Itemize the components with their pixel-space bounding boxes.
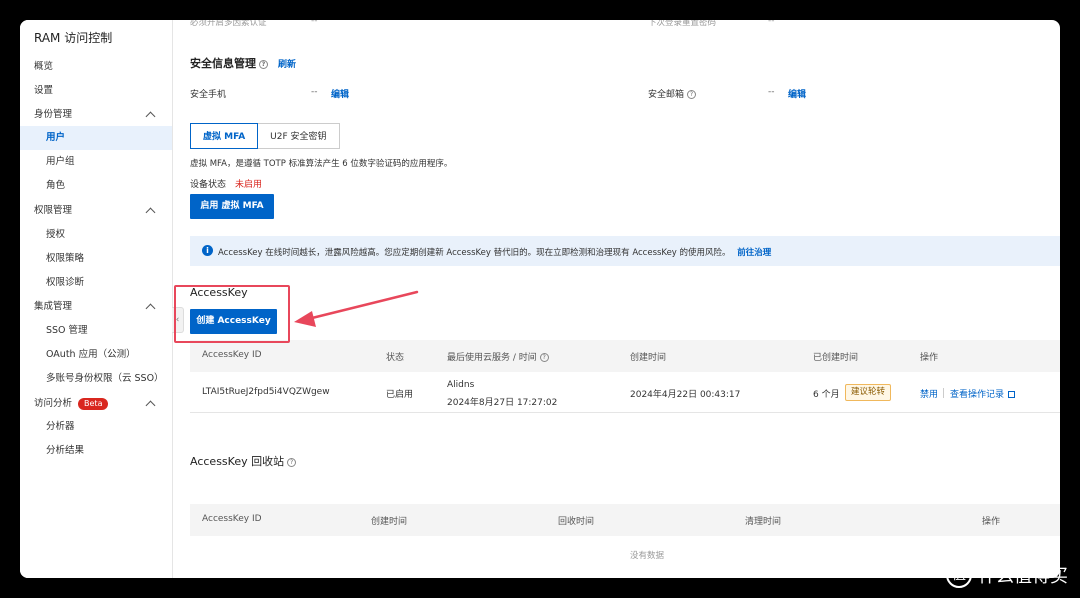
- reset-password-label: 下次登录重置密码: [648, 20, 717, 28]
- col-recycle-actions: 操作: [982, 517, 1001, 527]
- recycle-title-text: AccessKey 回收站: [190, 455, 285, 468]
- sidebar-group-analysis-label: 访问分析: [34, 398, 73, 409]
- col-last-used-label: 最后使用云服务 / 时间: [447, 353, 537, 363]
- tab-u2f-key[interactable]: U2F 安全密钥: [258, 123, 340, 149]
- disable-link[interactable]: 禁用: [920, 387, 938, 400]
- col-actions: 操作: [920, 353, 939, 363]
- last-used-service: Alidns: [447, 380, 475, 390]
- col-status: 状态: [386, 353, 405, 363]
- help-icon[interactable]: ?: [259, 59, 268, 69]
- recycle-title: AccessKey 回收站?: [190, 453, 297, 469]
- row-divider: [190, 412, 1060, 413]
- recycle-table-header: AccessKey ID 创建时间 回收时间 清理时间 操作: [190, 504, 1060, 536]
- sidebar-item-grants[interactable]: 授权: [46, 228, 65, 242]
- security-email-label: 安全邮箱: [648, 90, 685, 100]
- sidebar-item-diagnosis[interactable]: 权限诊断: [46, 276, 84, 290]
- mfa-required-value: --: [311, 20, 318, 26]
- sidebar-group-integration[interactable]: 集成管理: [34, 300, 72, 314]
- beta-badge: Beta: [78, 397, 109, 410]
- sidebar-group-identity[interactable]: 身份管理: [34, 108, 72, 122]
- security-email-label-wrap: 安全邮箱?: [648, 87, 697, 100]
- sidebar-group-permissions[interactable]: 权限管理: [34, 204, 72, 218]
- action-divider: [943, 388, 944, 398]
- col-recycle-recycled: 回收时间: [558, 517, 595, 527]
- mfa-description: 虚拟 MFA，是遵循 TOTP 标准算法产生 6 位数字验证码的应用程序。: [190, 159, 453, 169]
- watermark-logo-icon: 值: [946, 562, 972, 588]
- watermark: 值 什么值得买: [946, 562, 1068, 588]
- sidebar-item-overview[interactable]: 概览: [34, 60, 53, 74]
- main-content: 必须开启多因素认证 -- 下次登录重置密码 -- 安全信息管理? 刷新 安全手机…: [173, 20, 1060, 578]
- accesskey-notice: i AccessKey 在线时间越长，泄露风险越高。您应定期创建新 Access…: [190, 236, 1060, 266]
- created-time: 2024年4月22日 00:43:17: [630, 390, 741, 400]
- help-icon[interactable]: ?: [539, 353, 549, 362]
- sidebar-item-results[interactable]: 分析结果: [46, 444, 84, 458]
- last-used-time: 2024年8月27日 17:27:02: [447, 398, 558, 408]
- sidebar-item-users[interactable]: 用户: [46, 131, 65, 145]
- view-logs-link[interactable]: 查看操作记录: [950, 387, 1016, 400]
- reset-password-value: --: [768, 20, 775, 26]
- watermark-text: 什么值得买: [978, 566, 1068, 587]
- security-email-value: --: [768, 87, 775, 97]
- enable-mfa-button[interactable]: 启用 虚拟 MFA: [190, 194, 274, 219]
- sidebar-item-cloud-sso[interactable]: 多账号身份权限（云 SSO）: [46, 372, 164, 386]
- govern-link[interactable]: 前往治理: [737, 248, 771, 258]
- notice-message: AccessKey 在线时间越长，泄露风险越高。您应定期创建新 AccessKe…: [218, 248, 731, 258]
- chevron-up-icon[interactable]: [145, 400, 156, 411]
- sidebar-item-policies[interactable]: 权限策略: [46, 252, 84, 266]
- mfa-tabs: 虚拟 MFA U2F 安全密钥: [190, 123, 340, 149]
- refresh-link[interactable]: 刷新: [278, 57, 296, 70]
- col-recycle-created: 创建时间: [371, 517, 408, 527]
- security-info-title: 安全信息管理?: [190, 55, 268, 71]
- sidebar-item-users-active[interactable]: [20, 126, 172, 150]
- sidebar-title: RAM 访问控制: [34, 31, 113, 45]
- notice-text: AccessKey 在线时间越长，泄露风险越高。您应定期创建新 AccessKe…: [218, 246, 771, 258]
- accesskey-id: LTAI5tRueJ2fpd5i4VQZWgew: [202, 387, 330, 397]
- sidebar-item-analyzer[interactable]: 分析器: [46, 420, 75, 434]
- external-link-icon: [1008, 391, 1016, 398]
- created-age: 6 个月: [813, 390, 840, 400]
- col-accesskey-id: AccessKey ID: [202, 350, 262, 360]
- mfa-required-label: 必须开启多因素认证: [190, 20, 267, 28]
- device-status-value: 未启用: [235, 180, 263, 190]
- security-info-title-text: 安全信息管理: [190, 57, 256, 70]
- help-icon[interactable]: ?: [687, 90, 697, 99]
- security-phone-value: --: [311, 87, 318, 97]
- accesskey-status: 已启用: [386, 390, 414, 400]
- col-recycle-id: AccessKey ID: [202, 514, 262, 524]
- tab-virtual-mfa[interactable]: 虚拟 MFA: [190, 123, 259, 149]
- info-icon: i: [202, 245, 213, 256]
- sidebar-item-roles[interactable]: 角色: [46, 179, 65, 193]
- help-icon[interactable]: ?: [287, 457, 297, 467]
- edit-phone-link[interactable]: 编辑: [331, 87, 349, 100]
- sidebar-item-groups[interactable]: 用户组: [46, 155, 75, 169]
- chevron-up-icon[interactable]: [145, 303, 156, 314]
- sidebar-item-sso[interactable]: SSO 管理: [46, 324, 88, 338]
- chevron-up-icon[interactable]: [145, 207, 156, 218]
- view-logs-label: 查看操作记录: [950, 390, 1005, 400]
- sidebar-group-analysis[interactable]: 访问分析 Beta: [34, 397, 109, 411]
- sidebar: RAM 访问控制 概览 设置 身份管理 用户 用户组 角色 权限管理 授权 权限…: [20, 20, 173, 578]
- empty-state-text: 没有数据: [630, 551, 665, 561]
- rotate-suggest-badge: 建议轮转: [845, 384, 892, 401]
- device-status-label: 设备状态: [190, 180, 227, 190]
- security-phone-label: 安全手机: [190, 90, 227, 100]
- accesskey-table-header: AccessKey ID 状态 最后使用云服务 / 时间? 创建时间 已创建时间…: [190, 340, 1060, 372]
- sidebar-item-oauth[interactable]: OAuth 应用（公测）: [46, 348, 136, 362]
- edit-email-link[interactable]: 编辑: [788, 87, 806, 100]
- col-last-used: 最后使用云服务 / 时间?: [447, 350, 549, 363]
- annotation-highlight-box: [174, 285, 290, 343]
- col-created: 创建时间: [630, 353, 667, 363]
- chevron-up-icon[interactable]: [145, 111, 156, 122]
- col-age: 已创建时间: [813, 353, 859, 363]
- col-recycle-cleanup: 清理时间: [745, 517, 782, 527]
- sidebar-item-settings[interactable]: 设置: [34, 84, 53, 98]
